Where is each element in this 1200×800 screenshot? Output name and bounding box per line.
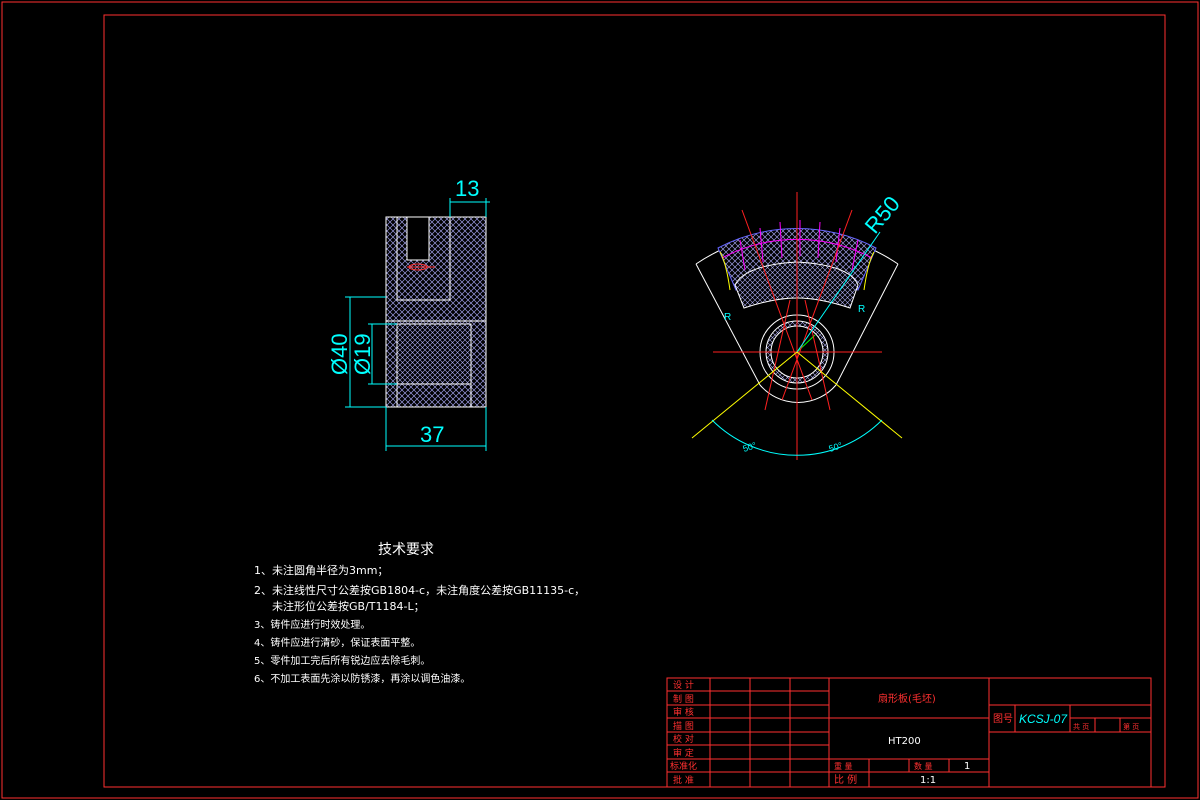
role-label-6: 审 定 xyxy=(673,747,694,759)
requirement-item-2b: 未注形位公差按GB/T1184-L； xyxy=(272,599,425,613)
outer-frame xyxy=(1,1,1199,799)
material: HT200 xyxy=(888,736,921,747)
role-label-3: 审 核 xyxy=(673,706,694,718)
dim-13-label: 13 xyxy=(455,176,479,201)
role-label-2: 制 图 xyxy=(673,693,694,705)
requirement-item-2: 2、未注线性尺寸公差按GB1804-c，未注角度公差按GB11135-c， xyxy=(254,583,585,597)
scale-label: 比 例 xyxy=(834,773,857,786)
inner-frame xyxy=(103,14,1166,788)
requirement-item-6: 6、不加工表面先涂以防锈漆，再涂以调色油漆。 xyxy=(254,672,470,685)
angle-left-label: 50° xyxy=(742,440,758,454)
requirement-item-4: 4、铸件应进行清砂，保证表面平整。 xyxy=(254,636,420,649)
drawing-no: KCSJ-07 xyxy=(1019,712,1068,726)
dim-d40-label: Ø40 xyxy=(327,333,352,375)
r50-label: R50 xyxy=(860,191,905,238)
requirements-title: 技术要求 xyxy=(378,542,434,558)
role-label-7: 标准化 xyxy=(670,760,697,772)
part-name: 扇形板(毛坯) xyxy=(878,692,936,705)
role-label-8: 批 准 xyxy=(673,774,694,786)
requirement-item-1: 1、未注圆角半径为3mm； xyxy=(254,563,388,577)
small-r-left: R xyxy=(724,312,731,323)
angle-right-label: 50° xyxy=(828,440,844,454)
count-label: 数 量 xyxy=(914,761,933,771)
role-label-4: 描 图 xyxy=(673,720,694,732)
small-r-right: R xyxy=(858,304,865,315)
angle-ext-right xyxy=(796,351,903,439)
center-lines xyxy=(713,192,882,460)
title-block: 设 计 制 图 审 核 描 图 校 对 审 定 标准化 批 准 扇形板(毛坯) … xyxy=(666,677,1152,788)
angle-ext-left xyxy=(691,351,798,439)
drawing-no-label: 图号 xyxy=(993,713,1013,725)
front-sector-view: R50 R R 50° 50° xyxy=(691,191,905,460)
side-body-upper xyxy=(385,216,487,322)
role-label-1: 设 计 xyxy=(673,679,694,691)
count-value: 1 xyxy=(964,761,970,772)
requirement-item-3: 3、铸件应进行时效处理。 xyxy=(254,618,370,631)
technical-requirements: 技术要求 1、未注圆角半径为3mm； 2、未注线性尺寸公差按GB1804-c，未… xyxy=(254,542,585,685)
sheet-current-label: 第 页 xyxy=(1123,722,1139,731)
drawing-canvas: 13 Ø40 Ø19 37 R50 R R 50° 50° 技术要求 1、未注圆… xyxy=(1,1,1199,799)
bore-section xyxy=(396,323,472,385)
sheet-total-label: 共 页 xyxy=(1073,722,1089,731)
scale-value: 1:1 xyxy=(920,775,936,786)
side-section-view: 13 Ø40 Ø19 37 xyxy=(327,176,490,451)
weight-label: 重 量 xyxy=(834,761,853,771)
dim-d19-label: Ø19 xyxy=(350,333,375,375)
dim-37-label: 37 xyxy=(420,422,444,447)
role-label-5: 校 对 xyxy=(673,733,694,745)
requirement-item-5: 5、零件加工完后所有锐边应去除毛刺。 xyxy=(254,654,430,667)
pin-hole xyxy=(406,216,430,261)
